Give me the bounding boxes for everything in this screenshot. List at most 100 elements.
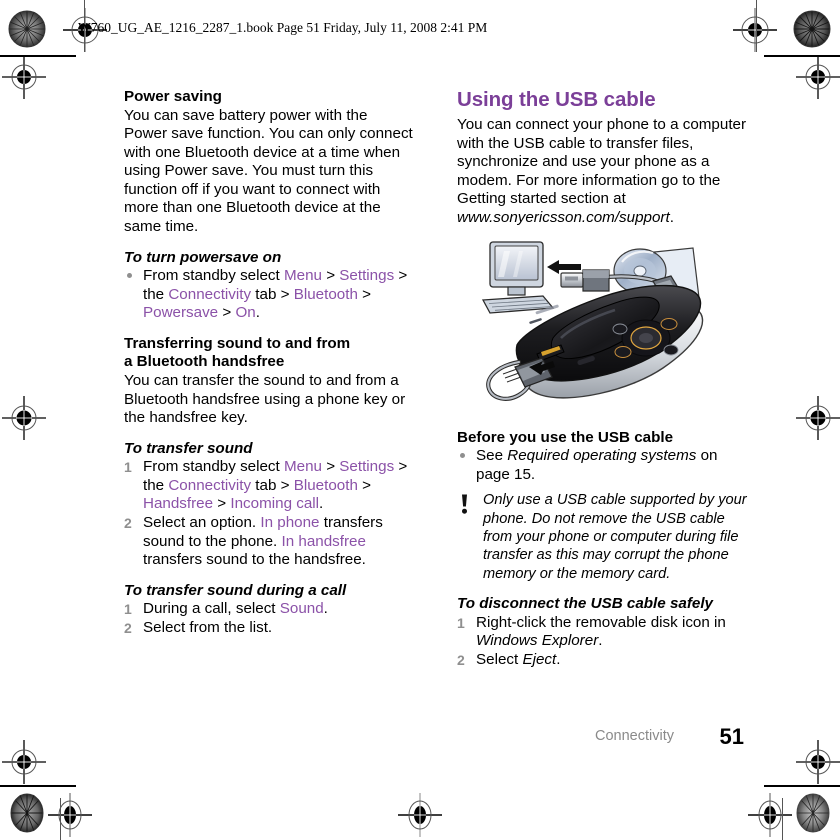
menu-link[interactable]: Menu: [284, 267, 322, 284]
heading-to-disconnect: To disconnect the USB cable safely: [457, 595, 714, 613]
windows-explorer-emphasis: Windows Explorer: [476, 632, 599, 650]
heading-transferring-sound-l2: a Bluetooth handsfree: [124, 353, 285, 371]
step-number: 2: [457, 651, 465, 668]
sep-1: .: [556, 650, 561, 668]
step-text-1: From standby select: [143, 267, 284, 285]
heading-power-saving: Power saving: [124, 88, 222, 105]
bullet-dot-icon: [127, 273, 132, 279]
sep-1: >: [321, 267, 340, 285]
sep-2: transfers sound to the handsfree.: [143, 551, 366, 569]
usb-connector-icon: [560, 268, 610, 292]
paragraph-transferring-sound: You can transfer the sound to and from a…: [124, 371, 406, 427]
sep-3: tab >: [251, 476, 294, 494]
sound-link[interactable]: Sound: [280, 600, 324, 617]
handsfree-link[interactable]: Handsfree: [143, 495, 213, 512]
connectivity-link[interactable]: Connectivity: [168, 477, 251, 494]
crosshair-mark-bottom-right: [748, 793, 792, 837]
settings-link[interactable]: Settings: [339, 267, 394, 284]
usb-intro-end: .: [669, 208, 674, 226]
cross-reference-link[interactable]: Required operating systems: [507, 447, 696, 464]
rosette-mark-top-right: [793, 10, 831, 48]
list-before-you-use: See Required operating systems on page 1…: [457, 447, 747, 484]
warning-note: Only use a USB cable supported by your p…: [457, 491, 747, 583]
connectivity-link[interactable]: Connectivity: [168, 286, 251, 303]
sep-4: >: [357, 285, 372, 303]
in-handsfree-link[interactable]: In handsfree: [282, 533, 366, 550]
paragraph-usb-intro: You can connect your phone to a computer…: [457, 116, 747, 228]
crosshair-mark-bottom-left: [48, 793, 92, 837]
step-text-1: During a call, select: [143, 600, 280, 618]
heading-to-transfer-during-call: To transfer sound during a call: [124, 581, 347, 599]
bluetooth-link[interactable]: Bluetooth: [294, 286, 358, 303]
crop-line-bottom-right: [764, 785, 840, 787]
document-page: W760_UG_AE_1216_2287_1.book Page 51 Frid…: [0, 0, 840, 840]
crosshair-mark-left-mid: [2, 396, 46, 440]
right-column: Using the USB cable You can connect your…: [457, 88, 747, 670]
list-powersave-steps: From standby select Menu > Settings > th…: [124, 267, 414, 323]
list-item: See Required operating systems on page 1…: [457, 447, 747, 484]
sep-1: .: [598, 632, 603, 650]
footer-page-number: 51: [719, 724, 744, 749]
list-item: From standby select Menu > Settings > th…: [124, 267, 414, 323]
step-text-1: From standby select: [143, 458, 284, 476]
on-link[interactable]: On: [235, 304, 255, 321]
sep-3: tab >: [251, 285, 294, 303]
bullet-dot-icon: [460, 453, 465, 459]
list-disconnect-steps: 1 Right-click the removable disk icon in…: [457, 614, 747, 670]
bullet-text-1: See: [476, 447, 508, 465]
step-number: 2: [124, 619, 132, 636]
table-row: 2 Select from the list.: [124, 619, 414, 638]
heading-before-you-use: Before you use the USB cable: [457, 428, 674, 446]
powersave-link[interactable]: Powersave: [143, 304, 218, 321]
list-transfer-sound-steps: 1 From standby select Menu > Settings > …: [124, 458, 414, 570]
menu-link[interactable]: Menu: [284, 458, 322, 475]
arrow-icon: [547, 259, 581, 274]
table-row: 2 Select Eject.: [457, 651, 747, 670]
bluetooth-link[interactable]: Bluetooth: [294, 477, 358, 494]
table-row: 1 Right-click the removable disk icon in…: [457, 614, 747, 651]
illustration-svg: [481, 240, 704, 401]
incoming-call-link[interactable]: Incoming call: [230, 495, 319, 512]
crosshair-mark-5: [2, 740, 46, 784]
crosshair-mark-4: [796, 55, 840, 99]
sep-5: >: [218, 304, 236, 322]
crop-line-vert-br: [782, 798, 784, 840]
crop-line-top-right: [764, 55, 840, 57]
crop-line-bottom-left: [0, 785, 76, 787]
warning-note-text: Only use a USB cable supported by your p…: [483, 492, 747, 582]
crosshair-mark-right-mid: [796, 396, 840, 440]
exclamation-warning-icon: [462, 494, 467, 514]
heading-to-transfer-sound: To transfer sound: [124, 439, 253, 457]
crosshair-mark-6: [796, 740, 840, 784]
sep-5: >: [213, 495, 231, 513]
crop-line-top-left: [0, 55, 76, 57]
usb-intro-text: You can connect your phone to a computer…: [457, 116, 747, 208]
step-number: 1: [124, 601, 132, 618]
settings-link[interactable]: Settings: [339, 458, 394, 475]
rosette-mark-bottom-right: [796, 793, 830, 833]
crosshair-mark-bottom-center: [398, 793, 442, 837]
sep-1: .: [323, 600, 328, 618]
heading-transferring-sound-l1: Transferring sound to and from: [124, 334, 351, 352]
step-number: 1: [124, 459, 132, 476]
book-header-line: W760_UG_AE_1216_2287_1.book Page 51 Frid…: [78, 20, 488, 35]
rosette-mark-bottom-left: [10, 793, 44, 833]
table-row: 1 From standby select Menu > Settings > …: [124, 458, 414, 514]
sep-6: .: [255, 304, 260, 322]
crop-line-vert-right: [756, 0, 758, 52]
step-text-1: Select an option.: [143, 514, 261, 531]
table-row: 2 Select an option. In phone transfers s…: [124, 514, 414, 570]
crosshair-mark-2: [733, 8, 777, 52]
paragraph-power-saving: You can save battery power with the Powe…: [124, 106, 413, 236]
table-row: 1 During a call, select Sound.: [124, 600, 414, 619]
crop-line-vert-bl: [60, 798, 62, 840]
footer-section-label: Connectivity: [595, 728, 674, 744]
sep-1: >: [321, 458, 340, 476]
step-number: 1: [457, 614, 465, 631]
usb-connection-illustration: [457, 234, 747, 419]
crosshair-mark-3: [2, 55, 46, 99]
support-url: www.sonyericsson.com/support: [457, 208, 670, 226]
in-phone-link[interactable]: In phone: [260, 514, 319, 531]
rosette-mark-top-left: [8, 10, 46, 48]
left-column: Power saving You can save battery power …: [124, 88, 414, 637]
